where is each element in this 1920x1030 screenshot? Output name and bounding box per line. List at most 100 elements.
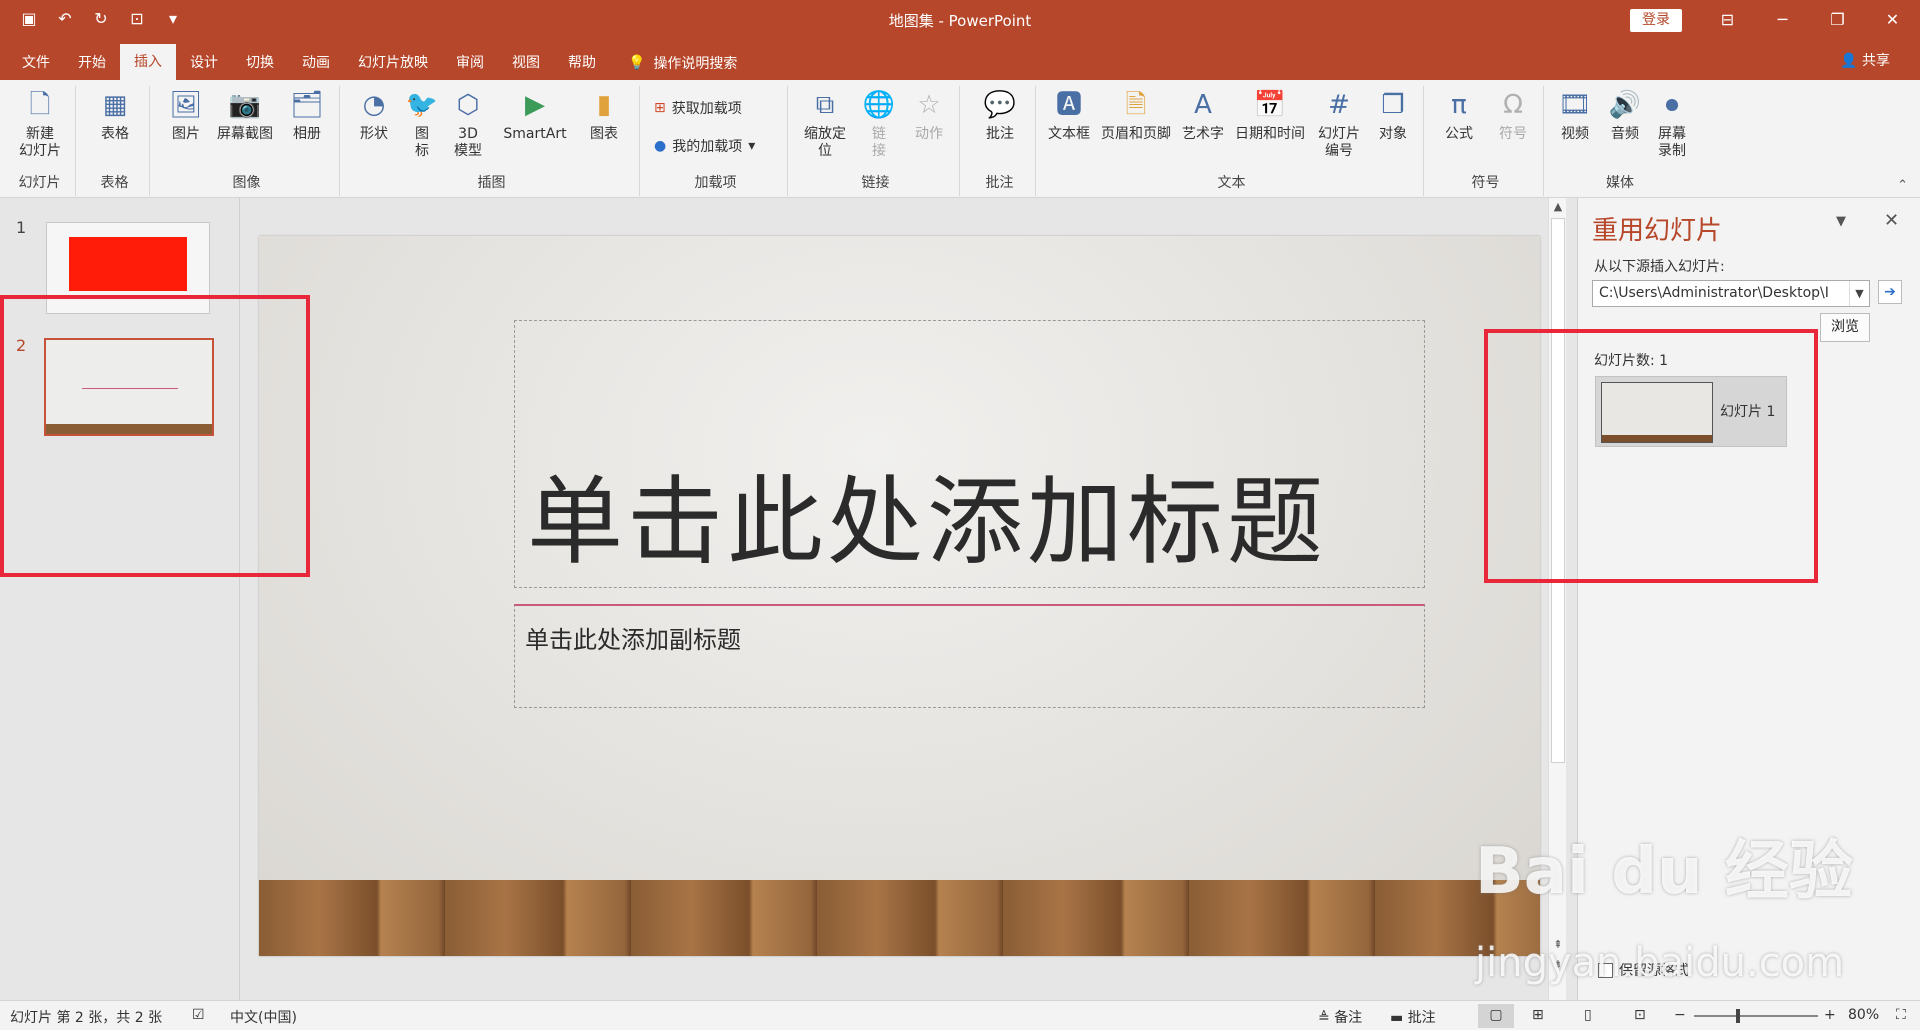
slideshow-view-icon[interactable]: ⊡: [1634, 1007, 1646, 1023]
icons-button[interactable]: 🐦 图 标: [402, 86, 442, 160]
browse-button[interactable]: 浏览: [1820, 313, 1870, 342]
thumbnail-number-1: 1: [16, 218, 27, 237]
album-icon: 🗂: [290, 89, 324, 120]
tell-me-search[interactable]: 💡 操作说明搜索: [628, 46, 737, 80]
zoom-slider-thumb[interactable]: [1736, 1009, 1740, 1023]
wordart-button[interactable]: A 艺术字: [1178, 86, 1228, 143]
tab-slideshow[interactable]: 幻灯片放映: [344, 46, 442, 80]
comments-button[interactable]: ▬ 批注: [1390, 1007, 1436, 1027]
pane-options-icon[interactable]: ▼: [1836, 214, 1846, 229]
ribbon-tab-row: 文件 开始 插入 设计 切换 动画 幻灯片放映 审阅 视图 帮助 💡 操作说明搜…: [0, 40, 1920, 80]
object-icon: ❐: [1381, 89, 1405, 120]
baidu-watermark-url: jingyan.baidu.com: [1475, 940, 1845, 986]
slide-thumbnail-2[interactable]: [44, 338, 214, 436]
datetime-label: 日期和时间: [1235, 126, 1305, 142]
tab-design[interactable]: 设计: [176, 46, 232, 80]
screen-recording-button[interactable]: ⏺ 屏幕 录制: [1650, 86, 1694, 160]
zoom-slider[interactable]: [1694, 1009, 1818, 1023]
store-icon: ⊞: [654, 100, 666, 116]
new-slide-icon: 🗋: [29, 89, 51, 120]
scroll-up-icon[interactable]: ▲: [1549, 200, 1567, 213]
equation-button[interactable]: π 公式: [1434, 86, 1484, 143]
restore-icon[interactable]: ❐: [1810, 6, 1865, 34]
datetime-button[interactable]: 📅 日期和时间: [1230, 86, 1310, 143]
group-label-text: 文本: [1217, 175, 1246, 191]
minimize-icon[interactable]: ─: [1755, 6, 1810, 34]
tab-file[interactable]: 文件: [8, 46, 64, 80]
my-addins-label: 我的加载项: [672, 139, 743, 155]
dropdown-icon: ▾: [748, 138, 756, 154]
scrollbar-thumb[interactable]: [1551, 218, 1565, 763]
current-slide[interactable]: 单击此处添加标题 单击此处添加副标题: [259, 236, 1540, 956]
new-slide-button[interactable]: 🗋 新建 幻灯片: [8, 86, 72, 160]
picture-icon: 🖼: [169, 89, 203, 120]
picture-label: 图片: [172, 126, 200, 142]
3d-model-button[interactable]: ⬡ 3D 模型: [446, 86, 490, 160]
wood-floor-background: [259, 880, 1540, 956]
picture-button[interactable]: 🖼 图片: [162, 86, 210, 143]
tab-review[interactable]: 审阅: [442, 46, 498, 80]
tab-insert[interactable]: 插入: [120, 44, 176, 80]
wordart-label: 艺术字: [1182, 126, 1224, 142]
header-footer-button[interactable]: 🗎 页眉和页脚: [1096, 86, 1176, 143]
smartart-button[interactable]: ▶ SmartArt: [494, 86, 576, 143]
tell-me-label: 操作说明搜索: [653, 56, 738, 72]
shapes-button[interactable]: ◔ 形状: [350, 86, 398, 143]
addins-icon: ●: [654, 138, 667, 154]
tab-animations[interactable]: 动画: [288, 46, 344, 80]
object-button[interactable]: ❐ 对象: [1368, 86, 1418, 143]
slide-thumbnail-1[interactable]: [46, 222, 210, 314]
go-arrow-icon[interactable]: ➔: [1878, 280, 1902, 304]
screenshot-button[interactable]: 📷 屏幕截图: [210, 86, 280, 143]
group-slides: 🗋 新建 幻灯片 幻灯片: [4, 86, 76, 196]
symbol-button[interactable]: Ω 符号: [1488, 86, 1538, 143]
album-button[interactable]: 🗂 相册: [282, 86, 332, 143]
spellcheck-icon[interactable]: ☑: [192, 1007, 205, 1023]
zoom-level[interactable]: 80%: [1848, 1007, 1879, 1023]
chart-button[interactable]: ▮ 图表: [576, 86, 632, 143]
audio-button[interactable]: 🔊 音频: [1602, 86, 1648, 143]
tab-transitions[interactable]: 切换: [232, 46, 288, 80]
comment-button[interactable]: 💬 批注: [972, 86, 1028, 143]
title-bar: ▣ ↶ ↻ ⊡ ▾ 地图集 - PowerPoint 登录 ⊟ ─ ❐ ✕: [0, 0, 1920, 40]
header-footer-label: 页眉和页脚: [1101, 126, 1171, 142]
source-path-combobox[interactable]: C:\Users\Administrator\Desktop\I ▼: [1592, 280, 1870, 307]
slide-number-button[interactable]: # 幻灯片 编号: [1312, 86, 1366, 160]
tab-view[interactable]: 视图: [498, 46, 554, 80]
zoom-in-icon[interactable]: +: [1824, 1007, 1836, 1023]
screen-recording-label-2: 录制: [1658, 143, 1686, 159]
language-status[interactable]: 中文(中国): [230, 1007, 297, 1027]
video-button[interactable]: 🎞 视频: [1552, 86, 1598, 143]
comments-label: 批注: [1407, 1010, 1436, 1026]
icons-label-2: 标: [415, 143, 429, 159]
share-button[interactable]: 👤 共享: [1840, 50, 1890, 70]
chevron-down-icon[interactable]: ▼: [1849, 281, 1869, 306]
slide-sorter-icon[interactable]: ⊞: [1532, 1007, 1544, 1023]
ribbon-display-icon[interactable]: ⊟: [1700, 6, 1755, 34]
login-button[interactable]: 登录: [1630, 9, 1682, 32]
film-icon: 🎞: [1558, 89, 1592, 120]
title-placeholder-text: 单击此处添加标题: [527, 466, 1327, 578]
my-addins-button[interactable]: ● 我的加载项 ▾: [654, 136, 755, 156]
subtitle-placeholder[interactable]: 单击此处添加副标题: [514, 604, 1425, 708]
tab-home[interactable]: 开始: [64, 46, 120, 80]
collapse-ribbon-icon[interactable]: ⌃: [1897, 178, 1908, 193]
close-icon[interactable]: ✕: [1865, 6, 1920, 34]
reading-view-icon[interactable]: ▯: [1584, 1007, 1592, 1023]
pane-close-icon[interactable]: ✕: [1884, 210, 1899, 231]
table-button[interactable]: ▦ 表格: [86, 86, 144, 143]
link-button[interactable]: 🌐 链 接: [856, 86, 902, 160]
group-label-images: 图像: [232, 175, 261, 191]
notes-button[interactable]: ≜ 备注: [1318, 1007, 1362, 1027]
title-placeholder[interactable]: 单击此处添加标题: [514, 320, 1425, 588]
tab-help[interactable]: 帮助: [554, 46, 610, 80]
zoom-button[interactable]: ⧉ 缩放定 位: [796, 86, 854, 160]
get-addins-button[interactable]: ⊞ 获取加载项: [654, 98, 742, 118]
normal-view-icon[interactable]: ▢: [1478, 1004, 1514, 1028]
zoom-out-icon[interactable]: −: [1674, 1007, 1686, 1023]
reuse-slide-item[interactable]: 幻灯片 1: [1595, 376, 1787, 447]
comments-icon: ▬: [1390, 1010, 1404, 1026]
textbox-button[interactable]: 🅰 文本框: [1044, 86, 1094, 143]
fit-to-window-icon[interactable]: ⛶: [1896, 1007, 1906, 1023]
action-button[interactable]: ☆ 动作: [904, 86, 954, 143]
